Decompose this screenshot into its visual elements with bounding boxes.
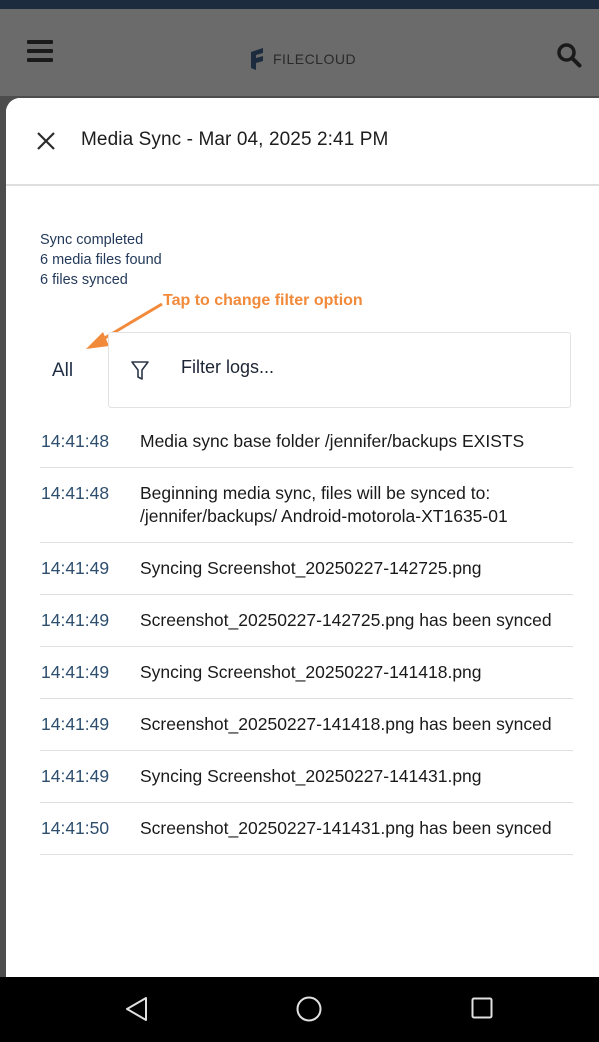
log-message: Screenshot_20250227-141431.png has been … <box>140 818 552 838</box>
filter-logs-box[interactable] <box>108 332 571 408</box>
filter-hint-annotation: Tap to change filter option <box>163 292 363 309</box>
filecloud-logo: FILECLOUD <box>249 48 356 70</box>
log-message: Syncing Screenshot_20250227-141418.png <box>140 662 482 682</box>
log-entry: 14:41:49 Screenshot_20250227-142725.png h… <box>40 595 573 647</box>
close-icon[interactable] <box>37 132 55 150</box>
log-message: Syncing Screenshot_20250227-142725.png <box>140 558 482 578</box>
log-timestamp: 14:41:49 <box>41 558 110 578</box>
log-entry: 14:41:50 Screenshot_20250227-141431.png h… <box>40 803 573 855</box>
sheet-header: Media Sync - Mar 04, 2025 2:41 PM <box>6 98 599 186</box>
sync-summary: Sync completed 6 media files found 6 fil… <box>40 230 162 290</box>
circle-home-icon[interactable] <box>296 996 322 1022</box>
logo-text: FILECLOUD <box>273 51 357 67</box>
search-icon[interactable] <box>556 42 582 68</box>
log-timestamp: 14:41:49 <box>41 714 110 734</box>
log-message: Syncing Screenshot_20250227-141431.png <box>140 766 482 786</box>
sheet-title: Media Sync - Mar 04, 2025 2:41 PM <box>81 129 389 150</box>
log-timestamp: 14:41:48 <box>41 431 110 451</box>
app-header: FILECLOUD <box>0 0 599 96</box>
filecloud-logo-icon <box>251 48 263 70</box>
log-message: Screenshot_20250227-142725.png has been … <box>140 610 552 630</box>
triangle-back-icon[interactable] <box>125 996 149 1022</box>
log-entry: 14:41:49 Syncing Screenshot_20250227-1414… <box>40 647 573 699</box>
log-timestamp: 14:41:49 <box>41 662 110 682</box>
log-timestamp: 14:41:49 <box>41 610 110 630</box>
log-entry: 14:41:49 Syncing Screenshot_20250227-1427… <box>40 543 573 595</box>
log-message: Beginning media sync, files will be sync… <box>140 483 508 526</box>
filter-icon <box>131 361 149 380</box>
log-entry: 14:41:49 Syncing Screenshot_20250227-1414… <box>40 751 573 803</box>
log-timestamp: 14:41:50 <box>41 818 110 838</box>
log-entry: 14:41:49 Screenshot_20250227-141418.png h… <box>40 699 573 751</box>
sync-status: Sync completed <box>40 232 144 248</box>
log-entry: 14:41:48 Media sync base folder /jennifer… <box>40 416 573 468</box>
files-synced-count: 6 files synced <box>40 272 128 288</box>
media-sync-sheet: Media Sync - Mar 04, 2025 2:41 PM Sync c… <box>6 98 599 980</box>
filter-logs-input[interactable] <box>179 356 553 379</box>
log-message: Screenshot_20250227-141418.png has been … <box>140 714 552 734</box>
square-recents-icon[interactable] <box>471 997 493 1019</box>
log-message: Media sync base folder /jennifer/backups… <box>140 431 525 451</box>
log-list: 14:41:48 Media sync base folder /jennifer… <box>40 416 573 855</box>
filter-option-button[interactable]: All <box>52 360 73 382</box>
log-entry: 14:41:48 Beginning media sync, files will… <box>40 468 573 543</box>
android-nav-bar <box>0 977 599 1042</box>
files-found-count: 6 media files found <box>40 252 162 268</box>
hamburger-menu-icon[interactable] <box>27 40 53 62</box>
log-timestamp: 14:41:48 <box>41 483 110 503</box>
log-timestamp: 14:41:49 <box>41 766 110 786</box>
